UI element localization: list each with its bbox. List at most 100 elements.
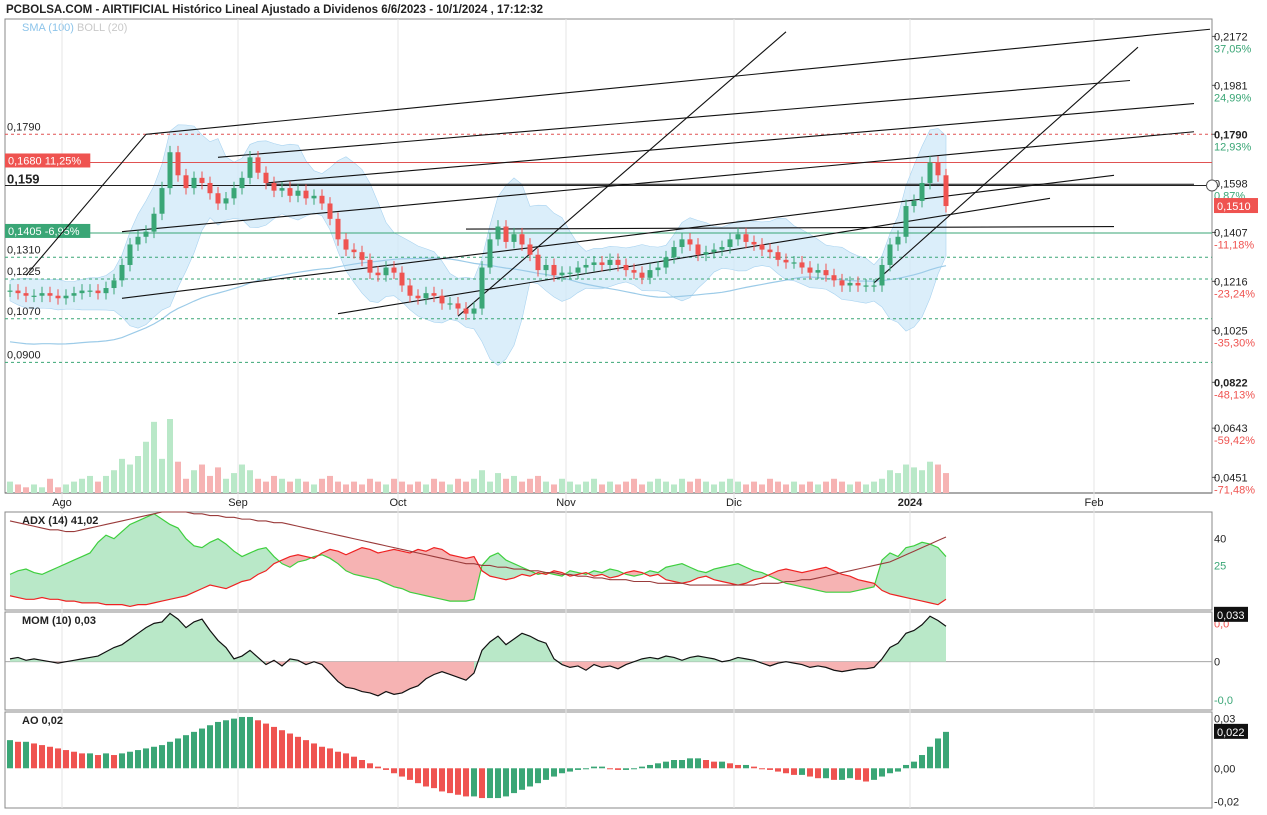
ao-bar — [7, 740, 13, 769]
candle-body — [615, 259, 621, 265]
volume-bar — [847, 484, 853, 493]
mom-area — [378, 661, 386, 696]
volume-bar — [815, 484, 821, 493]
adx-label: ADX (14) 41,02 — [22, 515, 98, 527]
candle-body — [847, 282, 853, 286]
volume-bar — [799, 484, 805, 493]
di-area — [938, 547, 946, 605]
ao-bar — [495, 768, 501, 799]
price-level-label: 0,0900 — [7, 349, 41, 361]
volume-bar — [519, 481, 525, 493]
mom-label: MOM (10) 0,03 — [22, 615, 96, 627]
candle-body — [471, 308, 477, 314]
di-area — [818, 567, 826, 593]
ao-bar — [423, 768, 429, 787]
candle-body — [775, 252, 781, 260]
ao-bar — [191, 731, 197, 769]
candle-body — [703, 252, 709, 255]
di-area — [370, 549, 378, 580]
ao-bar — [711, 761, 717, 769]
mom-area — [170, 613, 178, 662]
volume-bar — [71, 481, 77, 493]
candle-body — [79, 290, 85, 294]
mom-area — [194, 619, 202, 662]
mom-area — [482, 641, 490, 662]
ao-bar — [447, 768, 453, 794]
ao-bar — [839, 768, 845, 780]
volume-bar — [7, 481, 13, 493]
ao-bar — [751, 766, 757, 769]
ao-bar — [895, 768, 901, 772]
volume-bar — [911, 467, 917, 493]
mom-area — [490, 636, 498, 662]
candle-body — [743, 234, 749, 242]
mom-area — [938, 620, 946, 662]
candle-body — [871, 285, 877, 287]
price-level-label: 0,1310 — [7, 244, 41, 256]
candle-body — [311, 195, 317, 199]
candle-body — [599, 262, 605, 265]
mom-tick-label: -0,0 — [1214, 695, 1233, 707]
candle-body — [415, 295, 421, 299]
ao-bar — [39, 745, 45, 769]
candle-body — [383, 267, 389, 276]
di-area — [402, 551, 410, 593]
volume-bar — [791, 481, 797, 493]
ao-bar — [679, 760, 685, 769]
mom-area — [146, 623, 154, 662]
volume-bar — [551, 484, 557, 493]
ao-bar — [287, 733, 293, 769]
y-tick-label: 0,1790 — [1214, 129, 1248, 141]
di-area — [354, 547, 362, 577]
candle-body — [727, 239, 733, 248]
ao-bar — [159, 745, 165, 769]
ao-bar — [359, 760, 365, 769]
volume-bar — [855, 481, 861, 493]
volume-bar — [823, 481, 829, 493]
volume-bar — [695, 478, 701, 493]
mom-area — [338, 661, 346, 688]
di-area — [74, 556, 82, 603]
ao-bar — [543, 768, 549, 780]
ao-bar — [535, 768, 541, 784]
ao-bar — [735, 764, 741, 769]
ao-bar — [583, 768, 589, 770]
ao-bar — [623, 768, 629, 770]
volume-bar — [711, 484, 717, 493]
candle-body — [855, 282, 861, 286]
ao-bar — [415, 768, 421, 784]
di-area — [194, 545, 202, 593]
candle-body — [143, 231, 149, 237]
candle-body — [631, 270, 637, 273]
ao-bar — [255, 720, 261, 769]
x-tick-label: Oct — [389, 497, 406, 509]
volume-bar — [607, 481, 613, 493]
candle-body — [63, 295, 69, 299]
trend-channel-line — [217, 79, 1131, 158]
volume-bar — [199, 464, 205, 493]
volume-bar — [303, 481, 309, 493]
ao-bar — [455, 768, 461, 795]
volume-bar — [479, 470, 485, 493]
price-level-label: 0,159 — [7, 172, 40, 187]
ao-bar — [31, 743, 37, 769]
volume-bar — [287, 481, 293, 493]
candle-body — [767, 249, 773, 253]
x-tick-label: 2024 — [898, 497, 923, 509]
volume-bar — [111, 470, 117, 493]
di-area — [42, 570, 50, 600]
mom-area — [394, 661, 402, 695]
ao-bar — [927, 746, 933, 769]
volume-bar — [183, 478, 189, 493]
di-area — [218, 538, 226, 589]
volume-bar — [879, 478, 885, 493]
volume-bar — [703, 481, 709, 493]
ao-bar — [607, 768, 613, 770]
volume-bar — [871, 481, 877, 493]
di-area — [258, 547, 266, 575]
mom-area — [858, 661, 866, 669]
candle-body — [167, 152, 173, 189]
y-tick-percent: -48,13% — [1214, 389, 1255, 401]
candle-body — [647, 270, 653, 278]
volume-bar — [127, 464, 133, 493]
